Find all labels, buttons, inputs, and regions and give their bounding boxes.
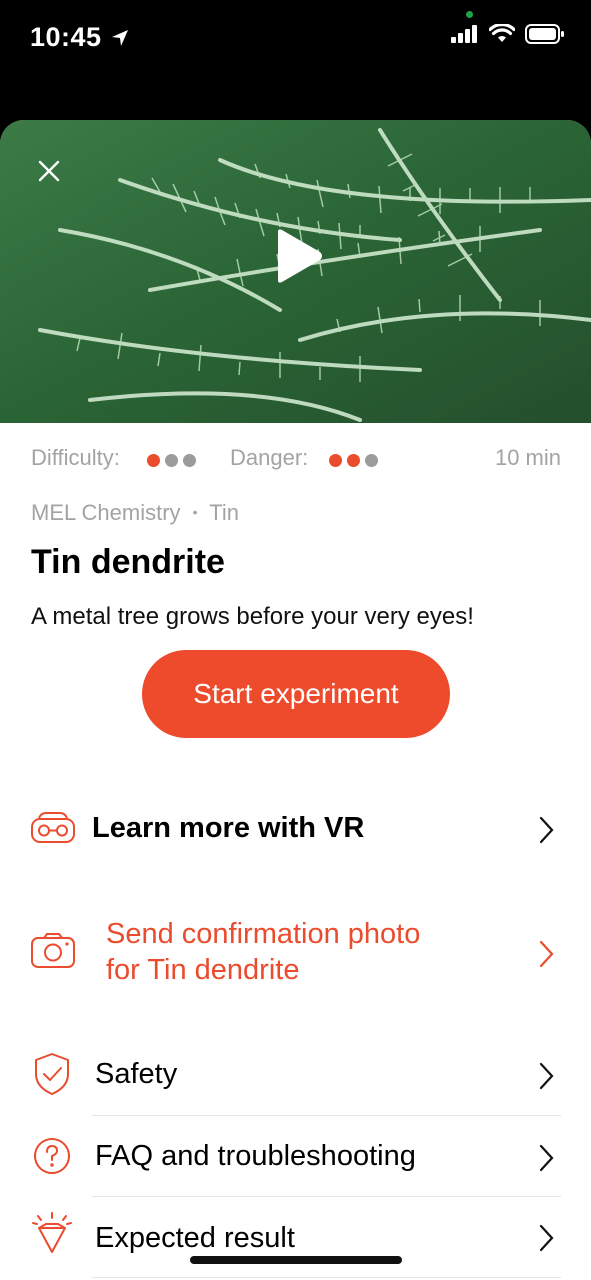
difficulty-dot <box>147 454 160 467</box>
send-photo-line1: Send confirmation photo <box>106 918 421 950</box>
breadcrumb-brand: MEL Chemistry <box>31 500 181 525</box>
chevron-right-icon <box>539 1062 554 1090</box>
duration: 10 min <box>494 445 561 470</box>
danger-rating <box>329 454 378 467</box>
danger-dot <box>329 454 342 467</box>
divider <box>92 1196 561 1197</box>
difficulty-dot <box>183 454 196 467</box>
experiment-sheet: Difficulty: Danger: 10 min MEL Chemistry… <box>0 120 591 1280</box>
camera-indicator-dot <box>466 11 473 18</box>
difficulty-label: Difficulty: <box>31 445 120 470</box>
danger-dot <box>347 454 360 467</box>
start-experiment-button[interactable]: Start experiment <box>142 650 450 738</box>
question-circle-icon <box>34 1138 70 1174</box>
breadcrumb-separator: • <box>192 504 198 520</box>
chevron-right-icon <box>539 816 554 844</box>
safety-row[interactable]: Safety <box>0 1040 591 1110</box>
send-photo-label: Send confirmation photo for Tin dendrite <box>106 916 420 988</box>
cellular-signal-icon <box>451 25 477 43</box>
danger-dot <box>365 454 378 467</box>
status-icons <box>451 24 565 44</box>
diamond-icon <box>32 1212 72 1253</box>
experiment-meta: Difficulty: Danger: 10 min <box>31 445 561 475</box>
breadcrumb: MEL Chemistry • Tin <box>31 500 239 526</box>
chevron-right-icon <box>539 940 554 968</box>
close-icon <box>38 160 60 182</box>
close-button[interactable] <box>32 154 66 188</box>
chevron-right-icon <box>539 1144 554 1172</box>
shield-check-icon <box>35 1053 69 1095</box>
clock: 10:45 <box>30 22 130 53</box>
breadcrumb-topic: Tin <box>209 500 240 525</box>
faq-label: FAQ and troubleshooting <box>95 1140 416 1172</box>
send-photo-row[interactable]: Send confirmation photo for Tin dendrite <box>0 910 591 1000</box>
danger-label: Danger: <box>230 445 309 470</box>
vr-label: Learn more with VR <box>92 812 365 844</box>
page-subtitle: A metal tree grows before your very eyes… <box>31 603 474 630</box>
divider <box>92 1277 561 1278</box>
wifi-icon <box>489 24 515 42</box>
home-indicator[interactable] <box>190 1256 402 1264</box>
chevron-right-icon <box>539 1224 554 1252</box>
difficulty-dot <box>165 454 178 467</box>
camera-icon <box>31 933 75 968</box>
learn-vr-row[interactable]: Learn more with VR <box>0 800 591 862</box>
send-photo-line2: for Tin dendrite <box>106 954 300 986</box>
location-arrow-icon <box>111 29 128 46</box>
clock-time: 10:45 <box>30 22 102 52</box>
expected-result-label: Expected result <box>95 1222 295 1254</box>
play-button[interactable] <box>268 226 328 286</box>
divider <box>92 1115 561 1116</box>
page-title: Tin dendrite <box>31 543 225 581</box>
status-bar: 10:45 <box>0 0 591 120</box>
faq-row[interactable]: FAQ and troubleshooting <box>0 1120 591 1192</box>
battery-icon <box>525 24 564 44</box>
play-icon <box>278 229 322 283</box>
safety-label: Safety <box>95 1058 178 1090</box>
difficulty-rating <box>147 454 196 467</box>
vr-headset-icon <box>31 812 75 843</box>
hero-video[interactable] <box>0 120 591 423</box>
